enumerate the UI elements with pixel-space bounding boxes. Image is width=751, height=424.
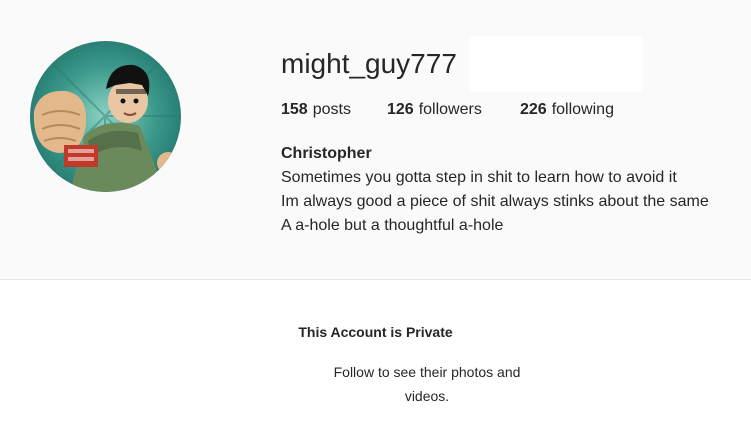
- avatar-image-icon: [30, 41, 181, 192]
- full-name: Christopher: [281, 145, 372, 162]
- follow-button[interactable]: [469, 36, 642, 92]
- posts-count: 158: [281, 101, 308, 118]
- private-message: Follow to see their photos and videos.: [333, 364, 521, 404]
- stat-followers[interactable]: 126 followers: [387, 101, 520, 119]
- profile-stats: 158 posts 126 followers 226 following: [281, 101, 614, 119]
- profile-header: might_guy777 158 posts 126 followers 226…: [0, 0, 751, 280]
- username-row: might_guy777: [281, 36, 642, 92]
- avatar[interactable]: [30, 41, 181, 192]
- bio-line: Sometimes you gotta step in shit to lear…: [281, 169, 677, 186]
- bio-line: A a-hole but a thoughtful a-hole: [281, 217, 504, 234]
- stat-following[interactable]: 226 following: [520, 101, 614, 119]
- stat-posts: 158 posts: [281, 101, 387, 119]
- following-count: 226: [520, 101, 547, 118]
- bio-line: Im always good a piece of shit always st…: [281, 193, 709, 210]
- followers-count: 126: [387, 101, 414, 118]
- posts-label: posts: [312, 101, 351, 118]
- username: might_guy777: [281, 48, 457, 79]
- private-title: This Account is Private: [298, 324, 453, 340]
- following-label: following: [551, 101, 614, 118]
- followers-label: followers: [418, 101, 482, 118]
- bio: Christopher Sometimes you gotta step in …: [281, 142, 709, 238]
- private-account-notice: This Account is Private Follow to see th…: [0, 280, 751, 424]
